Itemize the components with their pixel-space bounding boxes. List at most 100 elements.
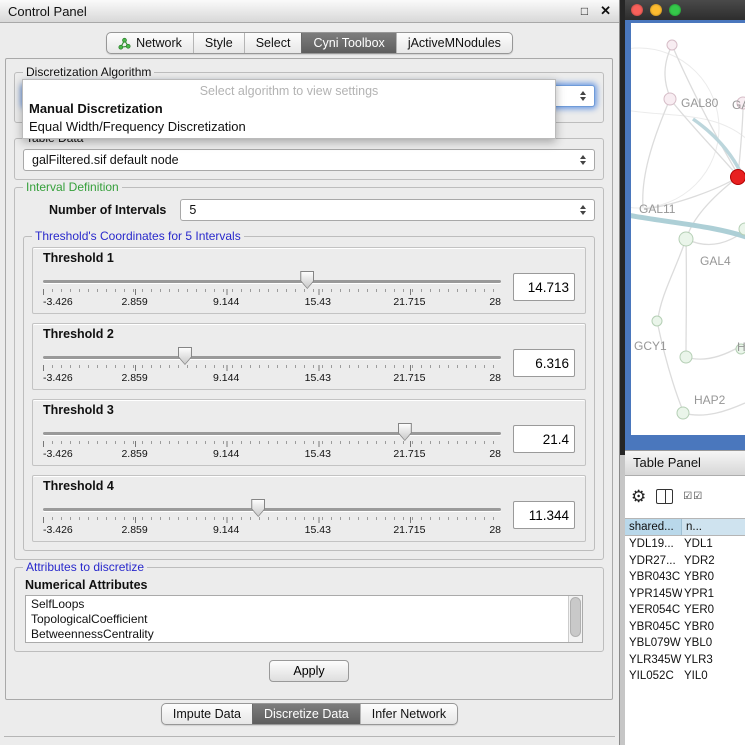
tab-style[interactable]: Style bbox=[193, 33, 244, 53]
close-traffic-light-icon[interactable] bbox=[631, 4, 643, 16]
threshold-4-value-input[interactable] bbox=[513, 501, 575, 529]
slider-track[interactable] bbox=[43, 508, 501, 511]
tab-network[interactable]: Network bbox=[107, 33, 193, 53]
table-cell: YDR2 bbox=[682, 553, 745, 570]
tick-label: 9.144 bbox=[213, 524, 239, 536]
table-panel-body: ⚙ ☑☑ shared... n... YDL19...YDL1YDR27...… bbox=[625, 476, 745, 745]
network-node[interactable] bbox=[652, 316, 662, 326]
network-node[interactable] bbox=[680, 351, 692, 363]
algorithm-dropdown-popup: Select algorithm to view settings Manual… bbox=[22, 79, 556, 139]
tab-impute-data[interactable]: Impute Data bbox=[162, 704, 252, 724]
tab-label: Style bbox=[205, 36, 233, 50]
attribute-list-item[interactable]: TopologicalCoefficient bbox=[31, 612, 582, 627]
slider-thumb[interactable] bbox=[178, 347, 192, 365]
network-node[interactable] bbox=[731, 170, 745, 185]
network-view-frame: GAL80GAGAL11GAL4GCY1HHAP2 bbox=[625, 20, 745, 450]
numerical-attributes-list: SelfLoopsTopologicalCoefficientBetweenne… bbox=[25, 595, 583, 643]
float-window-icon[interactable]: □ bbox=[581, 4, 588, 18]
network-node-label: GAL80 bbox=[681, 96, 719, 110]
tick-label: 2.859 bbox=[121, 296, 147, 308]
threshold-1-slider[interactable]: -3.4262.8599.14415.4321.71528 bbox=[43, 266, 501, 308]
tick-label: -3.426 bbox=[43, 448, 73, 460]
close-window-icon[interactable]: ✕ bbox=[600, 3, 611, 19]
slider-track[interactable] bbox=[43, 356, 501, 359]
attribute-list-item[interactable]: BetweennessCentrality bbox=[31, 627, 582, 642]
table-row[interactable]: YBR043CYBR0 bbox=[625, 569, 745, 586]
network-node[interactable] bbox=[667, 40, 677, 50]
threshold-2-slider[interactable]: -3.4262.8599.14415.4321.71528 bbox=[43, 342, 501, 384]
table-row[interactable]: YBL079WYBL0 bbox=[625, 635, 745, 652]
table-cell: YDR27... bbox=[625, 553, 682, 570]
numerical-attributes-label: Numerical Attributes bbox=[25, 578, 595, 592]
threshold-3-slider[interactable]: -3.4262.8599.14415.4321.71528 bbox=[43, 418, 501, 460]
combobox-arrows-icon bbox=[576, 155, 590, 165]
slider-thumb[interactable] bbox=[398, 423, 412, 441]
threshold-label: Threshold 4 bbox=[43, 479, 575, 493]
apply-button[interactable]: Apply bbox=[269, 660, 349, 682]
network-node-label: GA bbox=[732, 98, 745, 112]
column-header-shared-name[interactable]: shared... bbox=[625, 519, 682, 535]
network-node[interactable] bbox=[677, 407, 689, 419]
columns-icon[interactable] bbox=[656, 489, 673, 504]
group-label: Threshold's Coordinates for 5 Intervals bbox=[32, 229, 244, 243]
tab-cyni-toolbox[interactable]: Cyni Toolbox bbox=[301, 33, 395, 53]
column-header-name[interactable]: n... bbox=[682, 519, 745, 535]
tab-jactivemnodules[interactable]: jActiveMNodules bbox=[396, 33, 512, 53]
num-intervals-value: 5 bbox=[189, 203, 576, 217]
tick-label: 2.859 bbox=[121, 372, 147, 384]
tab-select[interactable]: Select bbox=[244, 33, 302, 53]
network-canvas[interactable]: GAL80GAGAL11GAL4GCY1HHAP2 bbox=[631, 23, 745, 435]
table-row[interactable]: YDL19...YDL1 bbox=[625, 536, 745, 553]
threshold-3-value-input[interactable] bbox=[513, 425, 575, 453]
slider-track[interactable] bbox=[43, 280, 501, 283]
gear-icon[interactable]: ⚙ bbox=[631, 488, 646, 505]
table-row[interactable]: YDR27...YDR2 bbox=[625, 553, 745, 570]
network-icon bbox=[118, 37, 131, 50]
tab-discretize-data[interactable]: Discretize Data bbox=[252, 704, 360, 724]
scrollbar-thumb[interactable] bbox=[570, 597, 581, 637]
tick-label: 15.43 bbox=[305, 372, 331, 384]
slider-tick-labels: -3.4262.8599.14415.4321.71528 bbox=[43, 372, 501, 384]
top-tab-bar: Network Style Select Cyni Toolbox jActiv… bbox=[0, 32, 619, 54]
table-panel-titlebar: Table Panel bbox=[625, 450, 745, 476]
num-intervals-spinner[interactable]: 5 bbox=[180, 199, 595, 221]
table-cell: YBL079W bbox=[625, 635, 682, 652]
table-cell: YBR0 bbox=[682, 619, 745, 636]
threshold-4-panel: Threshold 4 -3.4262.8599.14415.4321.7152… bbox=[32, 475, 586, 542]
select-columns-icon[interactable]: ☑☑ bbox=[683, 491, 703, 502]
list-scrollbar[interactable] bbox=[568, 596, 582, 642]
tick-label: 2.859 bbox=[121, 524, 147, 536]
threshold-4-slider[interactable]: -3.4262.8599.14415.4321.71528 bbox=[43, 494, 501, 536]
attribute-list-item[interactable]: SelfLoops bbox=[31, 597, 582, 612]
table-row[interactable]: YPR145WYPR1 bbox=[625, 586, 745, 603]
tab-infer-network[interactable]: Infer Network bbox=[360, 704, 457, 724]
table-row[interactable]: YBR045CYBR0 bbox=[625, 619, 745, 636]
zoom-traffic-light-icon[interactable] bbox=[669, 4, 681, 16]
table-cell: YPR145W bbox=[625, 586, 682, 603]
top-tab-segments: Network Style Select Cyni Toolbox jActiv… bbox=[106, 32, 513, 54]
slider-thumb[interactable] bbox=[300, 271, 314, 289]
slider-tick-labels: -3.4262.8599.14415.4321.71528 bbox=[43, 296, 501, 308]
table-header: shared... n... bbox=[625, 518, 745, 536]
network-node[interactable] bbox=[679, 232, 693, 246]
table-row[interactable]: YER054CYER0 bbox=[625, 602, 745, 619]
slider-ticks bbox=[43, 441, 501, 447]
bottom-tab-bar: Impute Data Discretize Data Infer Networ… bbox=[0, 703, 619, 725]
spinner-arrows-icon bbox=[576, 205, 590, 215]
tab-label: Network bbox=[136, 36, 182, 50]
dropdown-option-equal-width-frequency[interactable]: Equal Width/Frequency Discretization bbox=[23, 118, 555, 136]
slider-track[interactable] bbox=[43, 432, 501, 435]
table-cell: YLR345W bbox=[625, 652, 682, 669]
table-data-combobox[interactable]: galFiltered.sif default node bbox=[23, 149, 595, 171]
dropdown-option-manual-discretization[interactable]: Manual Discretization bbox=[23, 100, 555, 118]
num-intervals-label: Number of Intervals bbox=[49, 203, 166, 217]
tick-label: -3.426 bbox=[43, 372, 73, 384]
table-row[interactable]: YIL052CYIL0 bbox=[625, 668, 745, 685]
network-node[interactable] bbox=[664, 93, 676, 105]
threshold-2-value-input[interactable] bbox=[513, 349, 575, 377]
minimize-traffic-light-icon[interactable] bbox=[650, 4, 662, 16]
tick-label: -3.426 bbox=[43, 524, 73, 536]
threshold-1-value-input[interactable] bbox=[513, 273, 575, 301]
table-row[interactable]: YLR345WYLR3 bbox=[625, 652, 745, 669]
slider-thumb[interactable] bbox=[251, 499, 265, 517]
